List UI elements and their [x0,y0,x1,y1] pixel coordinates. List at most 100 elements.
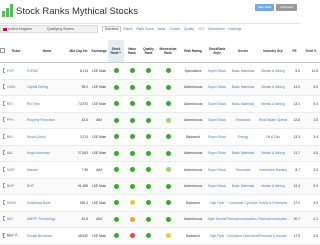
sector-value[interactable]: Basic Materials [227,62,259,80]
ticker-link[interactable]: EVR [5,62,27,80]
column-header-pe[interactable]: PE [287,40,302,63]
stockrank-style-value[interactable]: High Flyer [207,194,227,212]
company-name-link[interactable]: Anglo American [27,145,67,162]
shares-filter[interactable]: Qualifying Shares [47,26,74,32]
stockrank-style-value[interactable]: Super Stock [207,178,227,195]
company-name-link[interactable]: BHP [27,178,67,195]
mkt-cap-value: 7.55 [67,161,90,179]
tab-ranks[interactable]: Ranks [122,26,135,33]
screen-filter-bar[interactable]: United Kingdom Qualifying Shares [0,25,98,33]
country-filter[interactable]: United Kingdom [8,26,32,32]
ticker-link[interactable]: PPH [5,112,27,129]
stockrank-style-value[interactable]: Super Stock [207,128,227,146]
stock-rank-cell: 99 [108,112,124,129]
stockrank-style-value[interactable]: High Flyer [207,227,227,245]
sector-value[interactable]: Basic Materials [227,145,259,162]
column-header-yield[interactable]: Yield % [302,40,320,63]
ticker-link[interactable]: AAL [5,145,27,162]
table-row[interactable]: AALAnglo American27,843LSE Main 98 82 76 82 A… [0,145,320,162]
stockrank-style-value[interactable]: Super Stock [207,79,227,96]
industry-value[interactable]: Metals & Mining [259,62,287,80]
industry-value[interactable]: Metals & Mining [259,145,287,162]
industry-value[interactable]: Metals & Mining [259,95,287,113]
mkt-cap-value: 43.6 [67,112,90,129]
ticker-link[interactable]: HBWL [5,194,27,212]
tab-value[interactable]: Value [156,26,168,33]
company-name-link[interactable]: ABEPT Technology [27,211,67,228]
sector-value[interactable]: Financials [227,161,259,179]
side-rails-button[interactable]: Side Rails [255,4,274,11]
momentum-rank-dot: 83 [165,183,171,189]
tab-rank-score[interactable]: Rank Score [135,26,156,33]
stockrank-style-value[interactable]: Super Stock [207,145,227,162]
ticker-link[interactable]: MGR [5,161,27,179]
table-row[interactable]: EVREVRAZ8,113LSE Main 99 80 79 95 Speculative… [0,62,320,80]
industry-value[interactable]: Investment Banking & Investment Services [259,161,287,179]
value-rank-cell: 84 [124,178,140,195]
exchange-value: LSE Main [90,95,108,113]
company-name-link[interactable]: Mission [27,161,67,179]
stockrank-style-value[interactable]: Super Stock [207,112,227,129]
company-name-link[interactable]: Wood (John) [27,128,67,146]
ticker-link[interactable]: ABT [5,211,27,228]
column-header-mkt-cap[interactable]: Mkt Cap £m [67,40,90,63]
table-row[interactable]: RB.Reckitt Benckiser48,632LSE Main922588… [0,227,320,245]
industry-value[interactable]: Oil & Gas [259,128,287,146]
sector-value[interactable]: Consumer Cyclicals [227,194,259,212]
industry-value[interactable]: Metals & Mining [259,79,287,96]
tab-momentum[interactable]: Momentum [206,26,226,33]
table-row[interactable]: ABTABEPT Technology81.8AIM 95 32 91 85 Advent… [0,211,320,228]
company-name-link[interactable]: Reckitt Benckiser [27,227,67,245]
ticker-link[interactable]: CMIN [5,79,27,96]
column-header-sector[interactable]: Sector [227,40,259,63]
sector-value[interactable]: Consumer Defensives [227,227,259,245]
sector-value[interactable]: Basic Materials [227,79,259,96]
column-header-industry-grp[interactable]: Industry Grp [259,40,287,63]
stockrank-style-value[interactable]: Style Neutral [207,211,227,228]
table-row[interactable]: MGRMission7.55AIM 97 89 82 71 AdventurousSupe… [0,161,320,179]
industry-value[interactable]: Metals & Mining [259,178,287,195]
tab-quality[interactable]: Quality [182,26,196,33]
sector-value[interactable]: Basic Materials [227,178,259,195]
company-name-link[interactable]: EVRAZ [27,62,67,80]
sector-value[interactable]: Financials [227,112,259,129]
column-header-risk-rating[interactable]: Risk Rating [179,40,207,63]
company-name-link[interactable]: Property Franchise [27,112,67,129]
table-row[interactable]: BHPBHP91,488LSE Main97849183AdventurousS… [0,178,320,195]
table-row[interactable]: CMINCapital Drilling96.0LSE Main 99 97 97 10… [0,79,320,96]
stockrank-style-value[interactable]: Super Stock [207,95,227,113]
ticker-link[interactable]: BHP [5,178,27,195]
tab-holdings[interactable]: Holdings [227,26,243,33]
column-header-stock-rank[interactable]: Stock Rank™ [108,40,124,63]
column-header-value-rank[interactable]: Value Rank [124,40,140,63]
column-header-name[interactable]: Name [27,40,67,63]
ticker-link[interactable]: RIO [5,95,27,113]
column-header-exchange[interactable]: Exchange [90,40,108,63]
sector-value[interactable]: Basic Materials [227,95,259,113]
sector-value[interactable]: Telecommunications Services [227,211,259,228]
industry-value[interactable]: Telecommunications Services [259,211,287,228]
table-row[interactable]: WG.Wood (John)3,374LSE Main 98 91 99 89 Balan… [0,128,320,146]
tab-overview[interactable]: Overview [102,26,122,32]
column-header-stockrank-style[interactable]: StockRank Style [207,40,227,63]
column-header-quality-rank[interactable]: Quality Rank [140,40,157,63]
tab-growth[interactable]: Growth [168,26,182,33]
industry-value[interactable]: Hotels & Entertainment Services [259,194,287,212]
ticker-link[interactable]: WG. [5,128,27,146]
company-name-link[interactable]: Rio Tinto [27,95,67,113]
clipboard-button[interactable]: Clipboard [276,4,297,11]
company-name-link[interactable]: Hollywood Bowl [27,194,67,212]
column-header-ticker[interactable]: Ticker [5,40,27,63]
table-row[interactable]: PPHProperty Franchise43.6AIM 99 87 79 70 Adve… [0,112,320,129]
industry-value[interactable]: Personal & Household Products & Services [259,227,287,245]
tab-yct[interactable]: YCT [196,26,206,33]
table-row[interactable]: HBWLHollywood Bowl393.3LSE Main 95 49 90 88 B… [0,194,320,212]
company-name-link[interactable]: Capital Drilling [27,79,67,96]
stockrank-style-value[interactable]: Super Stock [207,161,227,179]
table-row[interactable]: RIORio Tinto72,870LSE Main 99 88 89 92 Advent… [0,95,320,113]
stockrank-style-value[interactable]: Super Stock [207,62,227,80]
sector-value[interactable]: Energy [227,128,259,146]
mkt-cap-value: 81.8 [67,211,90,228]
column-header-momentum-rank[interactable]: Momentum Rank [157,40,179,63]
industry-value[interactable]: Real Estate Operations [259,112,287,129]
